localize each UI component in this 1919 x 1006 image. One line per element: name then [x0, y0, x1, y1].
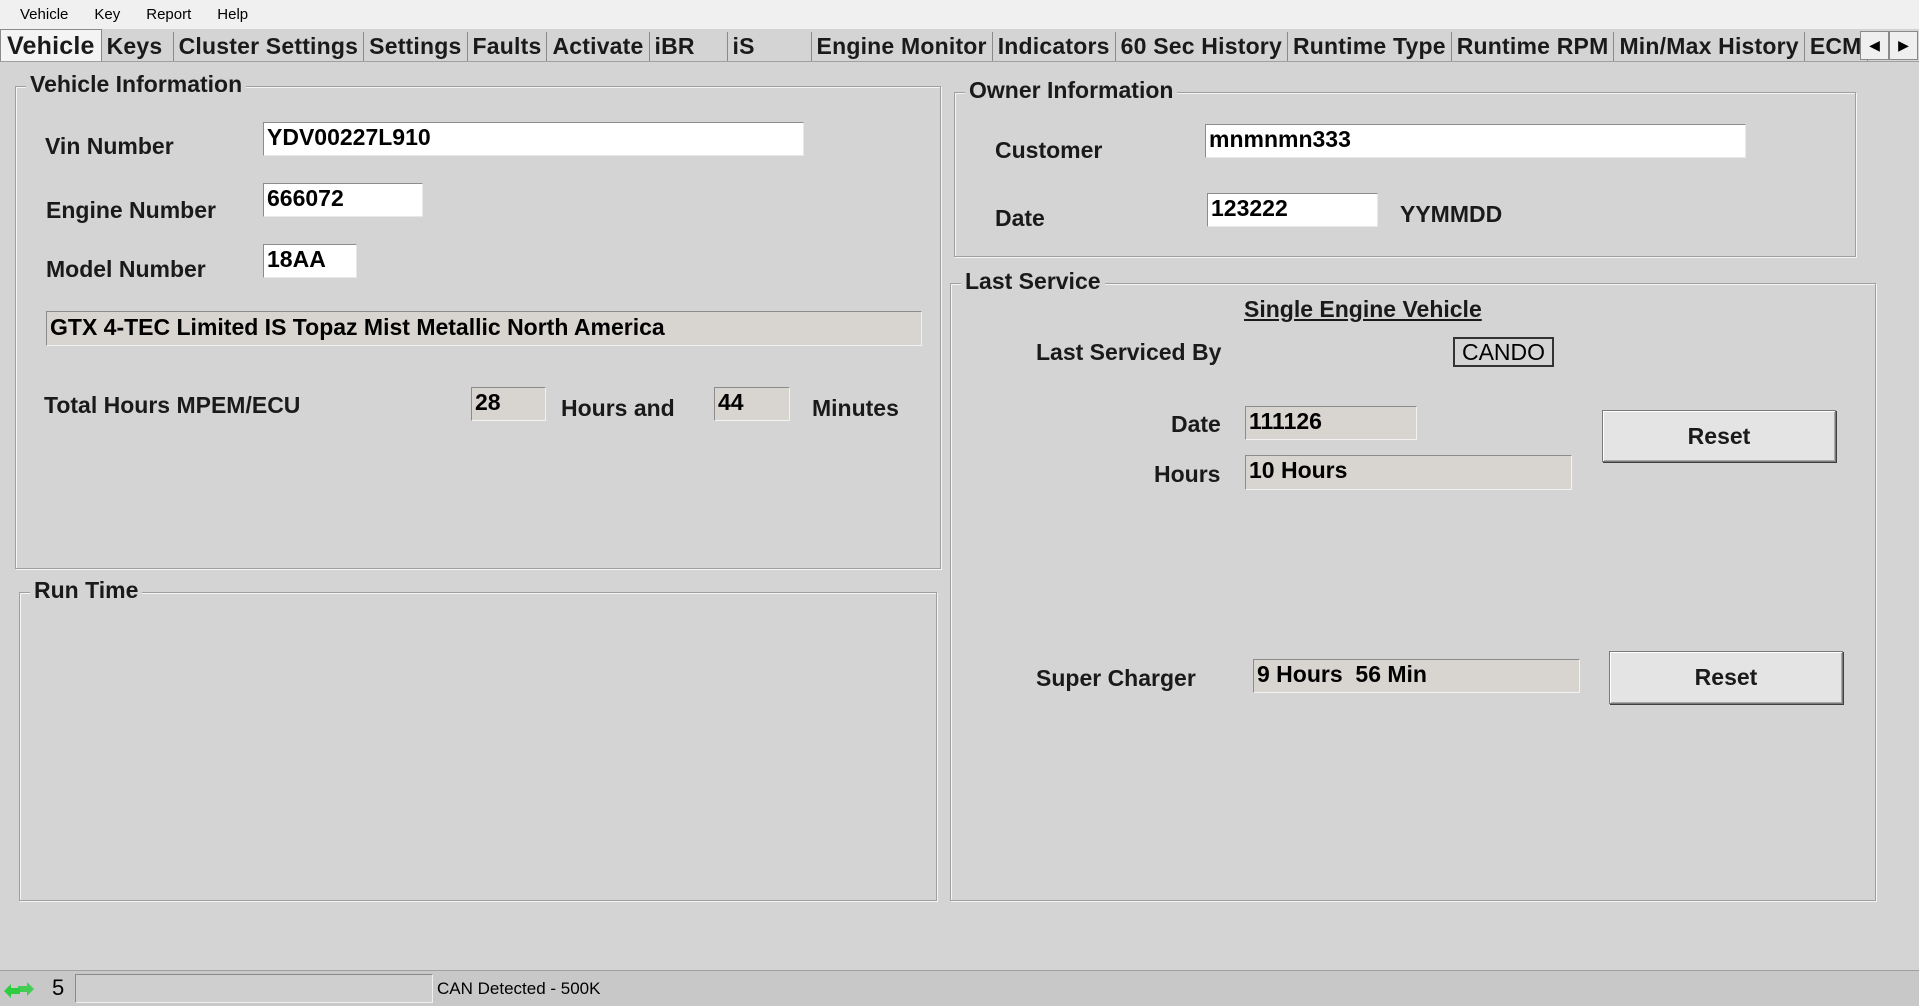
- vehicle-information-group: Vehicle Information Vin Number YDV00227L…: [15, 71, 941, 569]
- tab-runtime-rpm[interactable]: Runtime RPM: [1452, 32, 1615, 61]
- vehicle-information-title: Vehicle Information: [26, 71, 247, 98]
- service-date-field: 111126: [1245, 406, 1417, 440]
- service-date-label: Date: [1171, 411, 1221, 437]
- run-time-title: Run Time: [30, 577, 143, 604]
- minutes-label: Minutes: [812, 395, 899, 421]
- tab-is[interactable]: iS: [728, 32, 812, 61]
- status-progress-bar: [75, 974, 433, 1003]
- menu-vehicle[interactable]: Vehicle: [10, 6, 78, 23]
- last-serviced-by-value: CANDO: [1453, 337, 1554, 367]
- status-count: 5: [52, 975, 65, 1000]
- last-service-group: Last Service Single Engine Vehicle Last …: [950, 268, 1876, 901]
- last-serviced-by-label: Last Serviced By: [1036, 339, 1222, 365]
- menu-report[interactable]: Report: [136, 6, 201, 23]
- tab-settings[interactable]: Settings: [364, 32, 468, 61]
- tab-scroll-right-button[interactable]: ▶: [1889, 31, 1918, 60]
- super-charger-field: 9 Hours 56 Min: [1253, 659, 1580, 693]
- status-text: CAN Detected - 500K: [437, 979, 601, 998]
- vin-number-field[interactable]: YDV00227L910: [263, 122, 804, 156]
- super-charger-label: Super Charger: [1036, 665, 1196, 691]
- tab-keys[interactable]: Keys: [102, 32, 174, 61]
- menu-help[interactable]: Help: [207, 6, 258, 23]
- last-service-reset-button[interactable]: Reset: [1602, 410, 1836, 462]
- super-charger-reset-button[interactable]: Reset: [1609, 651, 1843, 704]
- tab-ibr[interactable]: iBR: [650, 32, 728, 61]
- owner-date-field[interactable]: 123222: [1207, 193, 1378, 227]
- vehicle-description-field: GTX 4-TEC Limited IS Topaz Mist Metallic…: [46, 311, 922, 346]
- engine-number-label: Engine Number: [46, 197, 216, 223]
- tab-scroll-left-button[interactable]: ◀: [1860, 31, 1889, 60]
- tab-runtime-type[interactable]: Runtime Type: [1288, 32, 1452, 61]
- owner-date-label: Date: [995, 205, 1045, 231]
- model-number-label: Model Number: [46, 256, 206, 282]
- last-service-title: Last Service: [961, 268, 1105, 295]
- tab-strip: Vehicle Keys Cluster Settings Settings F…: [0, 29, 1919, 62]
- tab-indicators[interactable]: Indicators: [993, 32, 1116, 61]
- minutes-field: 44: [714, 387, 790, 421]
- status-bar: 5 CAN Detected - 500K: [0, 970, 1919, 1006]
- menu-key[interactable]: Key: [84, 6, 130, 23]
- model-number-field[interactable]: 18AA: [263, 244, 357, 278]
- tab-faults[interactable]: Faults: [468, 32, 548, 61]
- owner-information-title: Owner Information: [965, 77, 1178, 104]
- hours-field: 28: [471, 387, 546, 421]
- tab-min-max-history[interactable]: Min/Max History: [1614, 32, 1805, 61]
- tab-list: Vehicle Keys Cluster Settings Settings F…: [0, 29, 1919, 61]
- service-hours-label: Hours: [1154, 461, 1221, 487]
- triangle-right-icon: ▶: [1898, 37, 1909, 53]
- tab-60-sec-history[interactable]: 60 Sec History: [1116, 32, 1288, 61]
- owner-information-group: Owner Information Customer mnmnmn333 Dat…: [954, 77, 1856, 257]
- run-time-group: Run Time: [19, 577, 937, 901]
- tab-cluster-settings[interactable]: Cluster Settings: [174, 32, 365, 61]
- hours-and-label: Hours and: [561, 395, 675, 421]
- tab-activate[interactable]: Activate: [547, 32, 650, 61]
- customer-label: Customer: [995, 137, 1103, 163]
- tab-ecm[interactable]: ECM: [1805, 32, 1868, 61]
- menu-bar: Vehicle Key Report Help: [0, 0, 1919, 29]
- vin-number-label: Vin Number: [45, 133, 174, 159]
- tab-engine-monitor[interactable]: Engine Monitor: [812, 32, 993, 61]
- customer-field[interactable]: mnmnmn333: [1205, 124, 1746, 158]
- tab-vehicle[interactable]: Vehicle: [0, 29, 102, 61]
- date-format-label: YYMMDD: [1400, 201, 1503, 227]
- engine-number-field[interactable]: 666072: [263, 183, 423, 217]
- service-hours-field: 10 Hours: [1245, 455, 1572, 490]
- total-hours-label: Total Hours MPEM/ECU: [44, 392, 301, 418]
- single-engine-vehicle-heading: Single Engine Vehicle: [1244, 296, 1482, 322]
- connection-arrows-icon: [2, 977, 36, 999]
- triangle-left-icon: ◀: [1869, 37, 1880, 53]
